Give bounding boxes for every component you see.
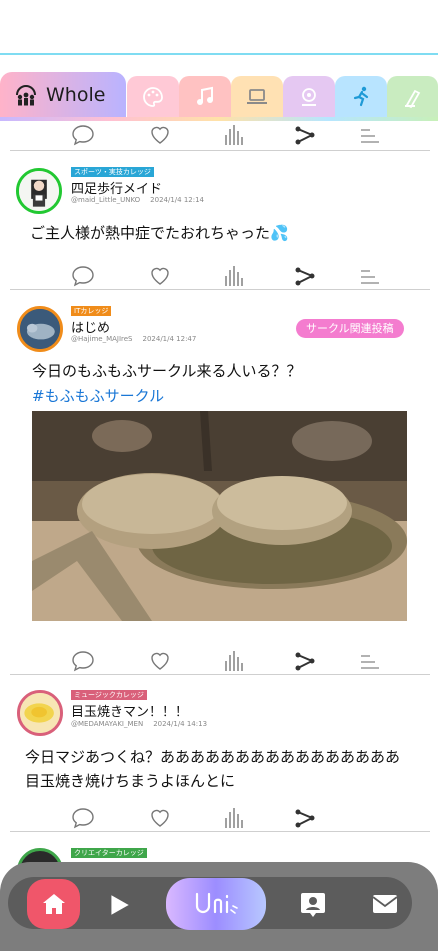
tab-sports[interactable]: [335, 76, 387, 118]
heart-icon[interactable]: [148, 123, 172, 147]
tab-it[interactable]: [231, 76, 283, 118]
tab-whole[interactable]: Whole: [0, 72, 126, 118]
college-badge-label: ミュージックカレッジ: [74, 691, 144, 699]
college-badge: クリエイターカレッジ: [71, 848, 147, 858]
post-meta: @maid_Little_UNKO 2024/1/4 12:14: [71, 196, 204, 204]
share-icon[interactable]: [293, 806, 317, 830]
stats-icon[interactable]: [222, 264, 246, 288]
profile-icon[interactable]: [299, 890, 327, 918]
hashtag-link[interactable]: #もふもふサークル: [32, 385, 164, 406]
home-button[interactable]: [27, 879, 80, 929]
avatar[interactable]: [16, 168, 62, 214]
tab-music[interactable]: [179, 76, 231, 118]
gear-hand-icon: [302, 88, 316, 106]
post-text-line-1: 今日マジあつくね？ああああああああああああああああ: [25, 748, 401, 766]
top-bar: [0, 0, 438, 55]
tortoise-photo-illustration: [32, 411, 407, 621]
stats-icon[interactable]: [222, 806, 246, 830]
stats-icon[interactable]: [222, 123, 246, 147]
post-handle: @Hajime_MAJIreS: [71, 335, 133, 343]
post-text: ご主人様が熱中症でたおれちゃった💦: [30, 224, 289, 242]
comment-icon[interactable]: [71, 649, 95, 673]
post-author-name[interactable]: はじめ: [71, 317, 110, 336]
menu-icon[interactable]: [358, 123, 382, 147]
share-icon[interactable]: [293, 264, 317, 288]
post-time: 2024/1/4 14:13: [153, 720, 208, 728]
palette-icon: [143, 87, 163, 107]
music-note-icon: [197, 86, 213, 105]
post-author-name[interactable]: 四足歩行メイド: [71, 178, 162, 197]
laptop-icon: [247, 89, 267, 104]
post-author-name[interactable]: 目玉焼きマン！！！: [71, 701, 188, 720]
comment-icon[interactable]: [71, 123, 95, 147]
menu-icon[interactable]: [358, 649, 382, 673]
runner-icon: [353, 86, 369, 107]
college-badge-label: クリエイターカレッジ: [74, 849, 144, 857]
tab-creator[interactable]: [283, 76, 335, 118]
uni-logo: [195, 892, 238, 914]
mail-icon[interactable]: [372, 893, 398, 915]
study-icon: [404, 89, 420, 109]
tab-study[interactable]: [387, 76, 438, 118]
divider: [10, 289, 430, 290]
divider: [10, 831, 430, 832]
share-icon[interactable]: [293, 123, 317, 147]
college-badge: スポーツ・実技カレッジ: [71, 167, 154, 177]
post-meta: @Hajime_MAJIreS 2024/1/4 12:47: [71, 335, 196, 343]
menu-icon[interactable]: [358, 264, 382, 288]
uni-logo-button[interactable]: [166, 878, 266, 930]
comment-icon[interactable]: [71, 264, 95, 288]
avatar[interactable]: [17, 690, 63, 736]
college-badge: ITカレッジ: [71, 306, 112, 316]
post-handle: @maid_Little_UNKO: [71, 196, 141, 204]
post-handle: @MEDAMAYAKI_MEN: [71, 720, 144, 728]
play-icon[interactable]: [106, 892, 132, 918]
post-actions: [0, 117, 438, 151]
post-actions: [0, 643, 438, 677]
college-badge-label: スポーツ・実技カレッジ: [74, 168, 151, 176]
seal-avatar-image: [20, 309, 60, 349]
home-icon: [42, 894, 65, 914]
post-actions: [0, 800, 438, 834]
post-text: 今日のもふもふサークル来る人いる？？: [32, 362, 302, 380]
heart-icon[interactable]: [148, 806, 172, 830]
post-actions: [0, 258, 438, 292]
comment-icon[interactable]: [71, 806, 95, 830]
circle-post-tag[interactable]: サークル関連投稿: [296, 319, 404, 338]
avatar[interactable]: [17, 306, 63, 352]
post-meta: @MEDAMAYAKI_MEN 2024/1/4 14:13: [71, 720, 207, 728]
heart-icon[interactable]: [148, 264, 172, 288]
tab-whole-label: Whole: [46, 84, 106, 106]
post-text-line-2: 目玉焼き焼けちまうよほんとに: [25, 772, 236, 790]
heart-icon[interactable]: [148, 649, 172, 673]
post-time: 2024/1/4 12:47: [142, 335, 197, 343]
community-icon: [16, 85, 36, 106]
college-badge: ミュージックカレッジ: [71, 690, 147, 700]
fried-egg-avatar-image: [20, 693, 60, 733]
stats-icon[interactable]: [222, 649, 246, 673]
maid-avatar-image: [19, 171, 59, 211]
college-badge-label: ITカレッジ: [74, 307, 109, 315]
category-tabs: Whole: [0, 70, 438, 121]
divider: [10, 150, 430, 151]
post-time: 2024/1/4 12:14: [150, 196, 205, 204]
divider: [10, 674, 430, 675]
tortoises-photo[interactable]: [32, 411, 407, 621]
tab-art[interactable]: [127, 76, 179, 118]
share-icon[interactable]: [293, 649, 317, 673]
